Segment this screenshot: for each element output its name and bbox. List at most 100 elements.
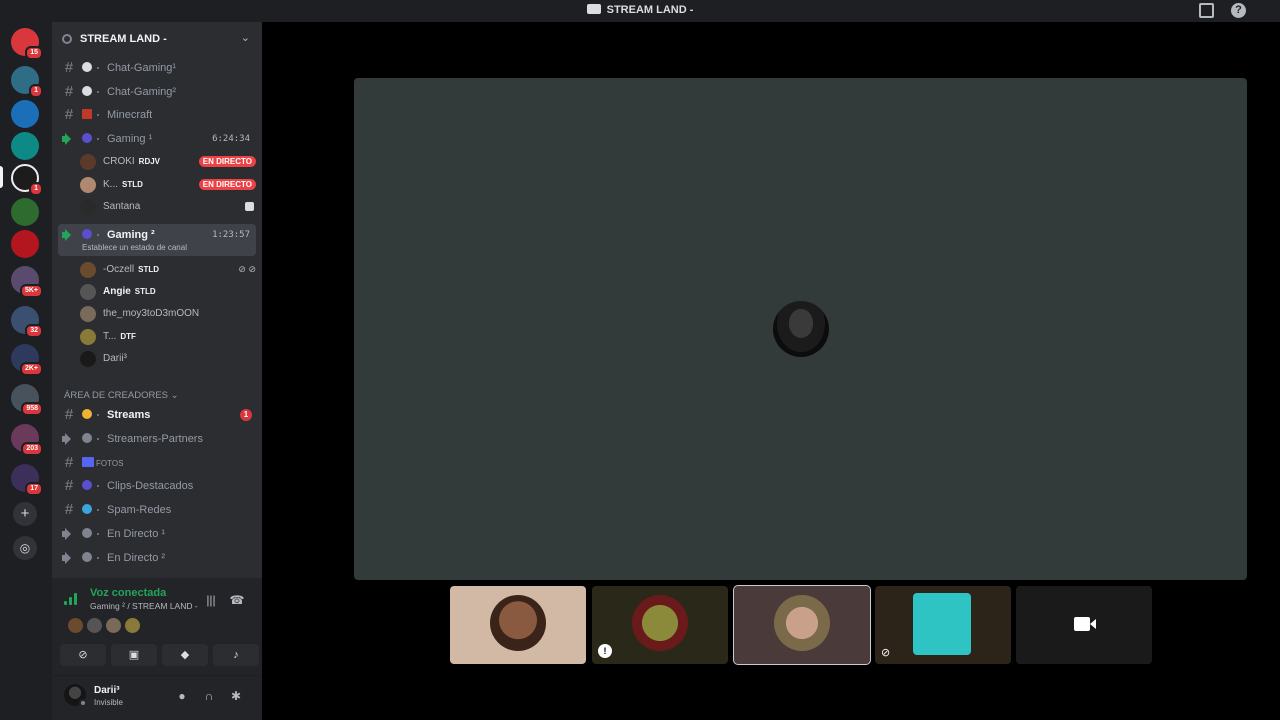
channel-streamers-partners[interactable]: Streamers-Partners bbox=[58, 428, 256, 450]
status-badge-icon: ! bbox=[598, 644, 612, 658]
server-badge: 1 bbox=[29, 182, 43, 196]
voice-channel-en-directo-2[interactable]: En Directo ² bbox=[58, 547, 256, 569]
server-badge: 32 bbox=[25, 324, 43, 338]
signal-icon[interactable] bbox=[64, 592, 77, 605]
screen-share-icon[interactable]: ▣ bbox=[111, 644, 157, 666]
hash-icon: # bbox=[64, 477, 74, 494]
avatar bbox=[490, 595, 546, 651]
camera-toggle-tile[interactable] bbox=[1016, 586, 1152, 664]
explore-icon[interactable]: ◎ bbox=[13, 536, 37, 560]
voice-user[interactable]: Angie STLD bbox=[80, 282, 256, 302]
voice-user[interactable]: the_moy3toD3mOON bbox=[80, 304, 256, 324]
handshake-icon bbox=[82, 433, 92, 443]
hash-icon: # bbox=[64, 106, 74, 123]
server-icon[interactable] bbox=[11, 198, 39, 226]
gear-icon[interactable]: ✱ bbox=[228, 688, 244, 704]
voice-user[interactable]: CROKI RDJV EN DIRECTO bbox=[80, 152, 256, 172]
voice-user[interactable]: K... STLD EN DIRECTO bbox=[80, 175, 256, 195]
server-icon[interactable] bbox=[11, 132, 39, 160]
avatar[interactable] bbox=[125, 618, 140, 633]
add-server-icon[interactable]: + bbox=[13, 502, 37, 526]
headphones-icon[interactable]: ∩ bbox=[201, 688, 217, 704]
participant-tile[interactable] bbox=[450, 586, 586, 664]
chevron-down-icon: ⌄ bbox=[240, 32, 250, 44]
help-icon[interactable]: ? bbox=[1231, 3, 1246, 18]
channel-label: Streams bbox=[107, 409, 151, 421]
server-folder[interactable]: 5K+ bbox=[11, 266, 43, 298]
user-tag: STLD bbox=[122, 180, 143, 189]
voice-speaker-icon bbox=[62, 133, 74, 145]
hash-icon: # bbox=[64, 83, 74, 100]
user-name: Santana bbox=[103, 201, 141, 212]
avatar[interactable] bbox=[106, 618, 121, 633]
controller-icon bbox=[82, 229, 92, 239]
soundboard-icon[interactable]: ♪ bbox=[213, 644, 259, 666]
channel-status[interactable]: Establece un estado de canal bbox=[82, 243, 187, 252]
user-tag: DTF bbox=[120, 332, 136, 341]
server-folder[interactable]: 17 bbox=[11, 464, 43, 496]
server-folder[interactable]: 32 bbox=[11, 306, 43, 338]
voice-status-title[interactable]: Voz conectada bbox=[90, 587, 166, 599]
channel-streams[interactable]: # Streams 1 bbox=[58, 404, 256, 426]
camera-off-icon[interactable]: ⊘ bbox=[60, 644, 106, 666]
channel-label: En Directo ² bbox=[107, 552, 166, 564]
focused-participant-tile[interactable] bbox=[354, 78, 1247, 580]
user-name: Angie bbox=[103, 286, 131, 297]
server-header[interactable]: STREAM LAND - ⌄ bbox=[52, 22, 262, 56]
server-icon[interactable]: 1 bbox=[11, 66, 43, 98]
voice-user[interactable]: T... DTF bbox=[80, 327, 256, 347]
voice-channel-en-directo-1[interactable]: En Directo ¹ bbox=[58, 523, 256, 545]
server-folder[interactable]: 203 bbox=[11, 424, 43, 456]
server-folder[interactable]: 2K+ bbox=[11, 344, 43, 376]
server-badge: 5K+ bbox=[19, 284, 43, 298]
bell-icon bbox=[82, 409, 92, 419]
hash-icon: # bbox=[64, 454, 74, 471]
voice-user[interactable]: Darii³ bbox=[80, 349, 256, 369]
speech-bubble-icon bbox=[82, 86, 92, 96]
muted-deafened-icon: ⊘ ⊘ bbox=[238, 264, 256, 274]
noise-suppression-icon[interactable]: ||| bbox=[202, 591, 220, 609]
avatar[interactable] bbox=[68, 618, 83, 633]
voice-user[interactable]: -Oczell STLD ⊘ ⊘ bbox=[80, 260, 256, 280]
voice-channel-gaming-2[interactable]: Gaming ² 1:23:57 Establece un estado de … bbox=[58, 224, 256, 256]
channel-fotos[interactable]: # FOTOS bbox=[58, 452, 256, 474]
participant-tile[interactable]: ! bbox=[592, 586, 728, 664]
server-folder[interactable]: 958 bbox=[11, 384, 43, 416]
current-user-name[interactable]: Darii³ bbox=[94, 685, 120, 696]
mic-icon[interactable]: ● bbox=[174, 688, 190, 704]
server-badge: 15 bbox=[25, 46, 43, 60]
channel-chat-gaming-1[interactable]: # Chat-Gaming¹ bbox=[58, 57, 256, 79]
activity-controller-icon[interactable]: ◆ bbox=[162, 644, 208, 666]
inbox-icon[interactable] bbox=[1199, 3, 1214, 18]
title-bar: STREAM LAND - ? bbox=[0, 0, 1280, 22]
participant-tile[interactable]: ⊘ bbox=[875, 586, 1011, 664]
server-badge: 17 bbox=[25, 482, 43, 496]
voice-status-channel[interactable]: Gaming ² / STREAM LAND - bbox=[90, 601, 198, 611]
server-icon-stream-land[interactable]: 1 bbox=[11, 164, 43, 196]
avatar bbox=[80, 262, 96, 278]
hash-icon: # bbox=[64, 59, 74, 76]
category-header[interactable]: ÁREA DE CREADORES ⌄ bbox=[64, 390, 179, 401]
channel-spam-redes[interactable]: # Spam-Redes bbox=[58, 499, 256, 521]
disconnect-icon[interactable]: ☎ bbox=[228, 591, 246, 609]
channel-clips-destacados[interactable]: # Clips-Destacados bbox=[58, 475, 256, 497]
voice-participants bbox=[68, 618, 144, 634]
boost-icon bbox=[62, 34, 72, 44]
server-icon[interactable] bbox=[11, 230, 39, 258]
server-name: STREAM LAND - bbox=[80, 33, 167, 45]
camera-icon bbox=[82, 528, 92, 538]
avatar bbox=[80, 351, 96, 367]
participant-tile-selected[interactable] bbox=[733, 585, 871, 665]
avatar[interactable] bbox=[87, 618, 102, 633]
channel-label: Gaming ¹ bbox=[107, 133, 153, 145]
voice-user[interactable]: Santana bbox=[80, 197, 256, 217]
channel-minecraft[interactable]: # Minecraft bbox=[58, 104, 256, 126]
voice-speaker-icon bbox=[62, 433, 74, 445]
server-icon[interactable] bbox=[11, 100, 39, 128]
server-icon-dm[interactable]: 15 bbox=[11, 28, 43, 60]
controller-icon bbox=[82, 133, 92, 143]
voice-channel-gaming-1[interactable]: Gaming ¹ 6:24:34 bbox=[58, 128, 256, 150]
avatar bbox=[913, 593, 971, 655]
channel-chat-gaming-2[interactable]: # Chat-Gaming² bbox=[58, 81, 256, 103]
voice-connection-panel: Voz conectada Gaming ² / STREAM LAND - |… bbox=[52, 578, 262, 676]
